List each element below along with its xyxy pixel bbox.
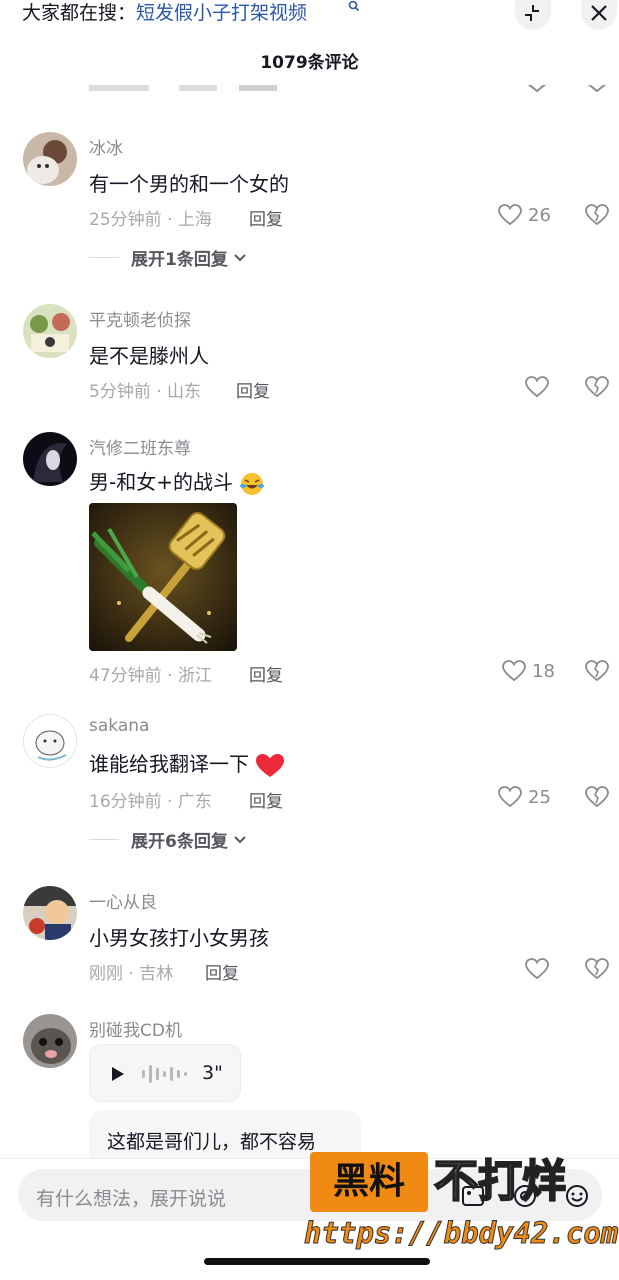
voice-message[interactable]: 3" xyxy=(89,1044,241,1102)
comment-time: 25分钟前 xyxy=(89,210,162,230)
comment-location: 浙江 xyxy=(177,666,212,686)
like-count: 25 xyxy=(528,786,551,808)
broken-heart-icon xyxy=(585,376,609,398)
chevron-down-icon xyxy=(234,253,246,261)
divider xyxy=(89,257,119,258)
dislike-button[interactable] xyxy=(584,786,610,812)
red-heart-emoji-icon xyxy=(256,753,285,777)
heart-icon xyxy=(525,376,549,398)
search-query-link[interactable]: 短发假小子打架视频 xyxy=(136,2,307,24)
comment-time: 5分钟前 xyxy=(89,382,151,402)
reply-button[interactable]: 回复 xyxy=(249,205,283,230)
collapse-icon xyxy=(525,5,539,21)
broken-heart-icon xyxy=(585,660,609,682)
avatar[interactable] xyxy=(23,132,77,186)
like-button[interactable]: 25 xyxy=(498,786,551,808)
comment-text[interactable]: 谁能给我翻译一下 xyxy=(89,748,285,779)
dislike-button[interactable] xyxy=(584,204,610,230)
divider xyxy=(89,839,119,840)
comment-meta: 16分钟前 · 广东 xyxy=(89,792,212,812)
comment-time: 刚刚 xyxy=(89,964,123,984)
dislike-button[interactable] xyxy=(584,376,610,402)
expand-replies-label: 展开6条回复 xyxy=(131,832,228,852)
dislike-button[interactable] xyxy=(584,958,610,984)
search-icon xyxy=(348,0,360,17)
comment-text-content: 谁能给我翻译一下 xyxy=(89,752,249,776)
like-button[interactable] xyxy=(525,958,549,980)
broken-heart-icon xyxy=(585,204,609,226)
comment-nickname[interactable]: 别碰我CD机 xyxy=(89,1016,182,1041)
search-prefix-label: 大家都在搜： xyxy=(22,2,137,24)
comment-text[interactable]: 小男女孩打小女男孩 xyxy=(89,922,269,951)
comment-sticker-image[interactable] xyxy=(89,503,237,651)
avatar[interactable] xyxy=(23,1014,77,1068)
top-bar: 大家都在搜：短发假小子打架视频 1079条评论 xyxy=(0,0,619,80)
broken-heart-icon xyxy=(585,958,609,980)
comment-nickname[interactable]: 汽修二班东尊 xyxy=(89,434,191,459)
watermark: 黑料 不打烊 https://bbdy42.com xyxy=(303,1152,619,1262)
heart-icon xyxy=(502,660,526,682)
heart-icon xyxy=(525,958,549,980)
reply-button[interactable]: 回复 xyxy=(205,959,239,984)
chevron-down-icon xyxy=(234,835,246,843)
comment-count-title: 1079条评论 xyxy=(260,53,359,73)
comment-text[interactable]: 男-和女+的战斗 xyxy=(89,466,265,496)
like-button[interactable]: 18 xyxy=(502,660,555,682)
close-button[interactable] xyxy=(581,0,617,30)
reply-button[interactable]: 回复 xyxy=(236,377,270,402)
reply-button[interactable]: 回复 xyxy=(249,787,283,812)
comment-nickname[interactable]: 平克顿老侦探 xyxy=(89,306,191,331)
comment-meta: 25分钟前 · 上海 xyxy=(89,210,212,230)
voice-transcript-bubble: 这都是哥们儿，都不容易 xyxy=(89,1110,361,1158)
comment-input-placeholder: 有什么想法，展开说说 xyxy=(36,1188,227,1210)
avatar[interactable] xyxy=(23,304,77,358)
heart-icon xyxy=(498,786,522,808)
comment-nickname[interactable]: sakana xyxy=(89,716,149,736)
like-button[interactable] xyxy=(525,376,549,398)
like-count: 18 xyxy=(532,660,555,682)
watermark-slogan: 不打烊 xyxy=(433,1155,567,1208)
comment-text[interactable]: 有一个男的和一个女的 xyxy=(89,168,289,197)
heart-icon xyxy=(498,204,522,226)
voice-duration: 3" xyxy=(202,1062,223,1084)
expand-replies-button[interactable]: 展开6条回复 xyxy=(89,827,248,852)
expand-replies-button[interactable]: 展开1条回复 xyxy=(89,245,248,270)
comment-time: 47分钟前 xyxy=(89,666,162,686)
comment-meta: 刚刚 · 吉林 xyxy=(89,964,174,984)
watermark-url: https://bbdy42.com xyxy=(303,1216,619,1251)
avatar[interactable] xyxy=(23,886,77,940)
comment-location: 上海 xyxy=(177,210,212,230)
comment-nickname[interactable]: 冰冰 xyxy=(89,134,123,159)
play-icon[interactable] xyxy=(110,1065,126,1083)
like-button[interactable]: 26 xyxy=(498,204,551,226)
search-suggestion[interactable]: 大家都在搜：短发假小子打架视频 xyxy=(22,0,307,26)
comment-meta: 5分钟前 · 山东 xyxy=(89,382,202,402)
broken-heart-icon xyxy=(585,786,609,808)
watermark-logo-box: 黑料 xyxy=(310,1152,428,1212)
dislike-button[interactable] xyxy=(584,660,610,686)
collapse-button[interactable] xyxy=(515,0,551,30)
avatar[interactable] xyxy=(23,432,77,486)
partial-comment-row xyxy=(89,84,619,98)
comment-list[interactable]: 冰冰 有一个男的和一个女的 25分钟前 · 上海 回复 26 展开1条回复 平克… xyxy=(0,80,619,1158)
waveform-icon xyxy=(142,1065,187,1083)
comment-text-content: 男-和女+的战斗 xyxy=(89,470,233,494)
comment-nickname[interactable]: 一心从良 xyxy=(89,888,157,913)
comment-text[interactable]: 是不是滕州人 xyxy=(89,340,209,369)
avatar[interactable] xyxy=(23,714,77,768)
expand-replies-label: 展开1条回复 xyxy=(131,250,228,270)
reply-button[interactable]: 回复 xyxy=(249,661,283,686)
comment-location: 吉林 xyxy=(139,964,174,984)
laughing-crying-emoji-icon xyxy=(240,472,265,495)
like-count: 26 xyxy=(528,204,551,226)
comment-meta: 47分钟前 · 浙江 xyxy=(89,666,212,686)
close-icon xyxy=(591,5,607,21)
comment-location: 广东 xyxy=(177,792,212,812)
comment-time: 16分钟前 xyxy=(89,792,162,812)
comment-location: 山东 xyxy=(167,382,202,402)
